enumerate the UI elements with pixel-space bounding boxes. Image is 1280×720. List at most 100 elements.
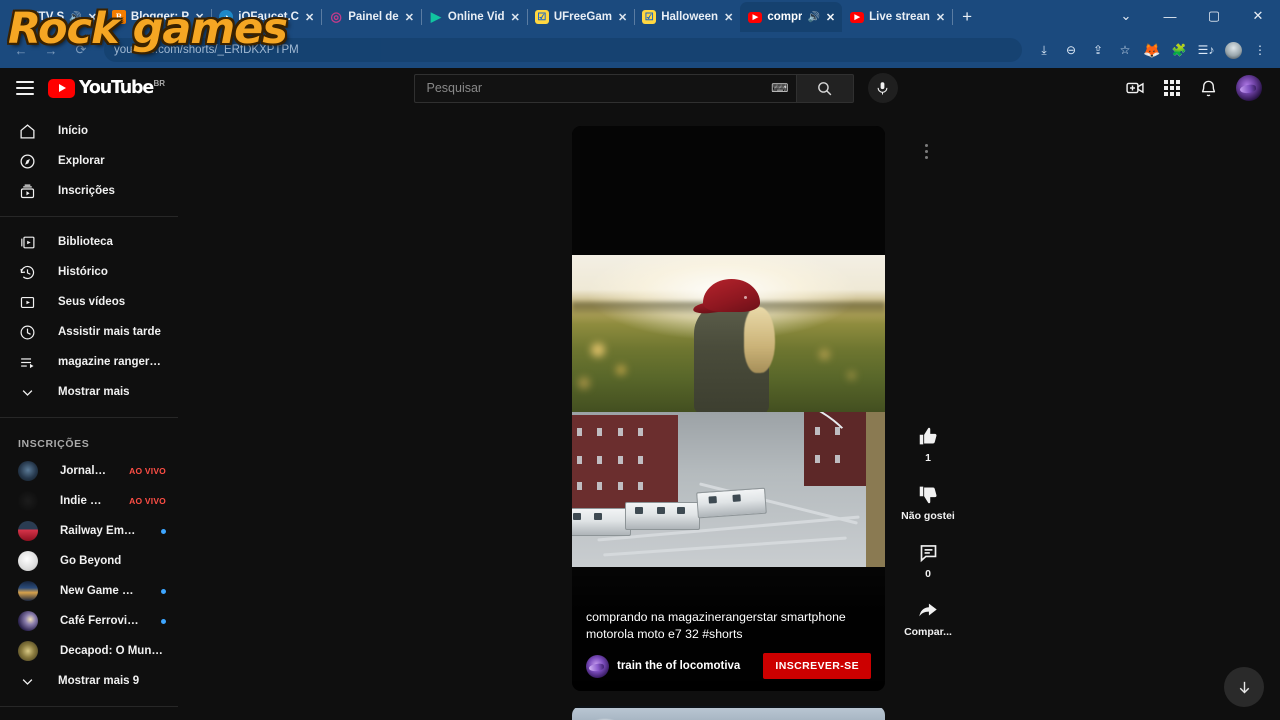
rail-track bbox=[603, 536, 848, 557]
browser-tab[interactable]: ☑ Halloween ✕ bbox=[634, 2, 742, 32]
sidebar-item-assistir-mais-tarde[interactable]: Assistir mais tarde bbox=[0, 317, 178, 347]
sidebar-item-inicio[interactable]: Início bbox=[0, 116, 178, 146]
scroll-next-button[interactable] bbox=[1224, 667, 1264, 707]
sidebar-item-mostrar-mais[interactable]: Mostrar mais bbox=[0, 377, 178, 407]
channel-name: Go Beyond bbox=[60, 555, 122, 567]
tab-close-icon[interactable]: ✕ bbox=[723, 11, 734, 24]
browser-menu-icon[interactable]: ⋮ bbox=[1248, 38, 1272, 62]
notifications-bell-icon[interactable] bbox=[1199, 79, 1218, 98]
youtube-logo[interactable]: YouTube BR bbox=[48, 78, 165, 98]
youtube-play-icon bbox=[48, 78, 75, 98]
browser-tab[interactable]: VTV S 🔊 ✕ bbox=[4, 2, 105, 32]
tab-close-icon[interactable]: ✕ bbox=[304, 11, 315, 24]
tab-close-icon[interactable]: ✕ bbox=[87, 11, 98, 24]
extensions-puzzle-icon[interactable]: 🧩 bbox=[1167, 38, 1191, 62]
search-button[interactable] bbox=[795, 73, 854, 103]
browser-tab-active[interactable]: ▶ compr 🔊 ✕ bbox=[740, 2, 843, 32]
profile-avatar-circle bbox=[1224, 41, 1242, 59]
channel-avatar bbox=[18, 581, 38, 601]
bookmark-star-icon[interactable]: ☆ bbox=[1113, 38, 1137, 62]
sidebar-item-inscricoes[interactable]: Inscrições bbox=[0, 176, 178, 206]
dislike-button[interactable]: Não gostei bbox=[898, 481, 958, 523]
channel-name[interactable]: train the of locomotiva bbox=[617, 660, 755, 672]
keyboard-icon[interactable]: ⌨ bbox=[771, 81, 788, 95]
sidebar-subscription-railway-emotions[interactable]: Railway Emotions bbox=[0, 516, 178, 546]
history-icon bbox=[18, 263, 36, 281]
search-placeholder: Pesquisar bbox=[426, 81, 483, 95]
zoom-out-icon[interactable]: ⊖ bbox=[1059, 38, 1083, 62]
tab-close-icon[interactable]: ✕ bbox=[404, 11, 415, 24]
tab-mute-icon[interactable]: 🔊 bbox=[807, 12, 819, 23]
shorts-video[interactable]: comprando na magazinerangerstar smartpho… bbox=[572, 126, 885, 691]
subscribe-button[interactable]: INSCREVER-SE bbox=[763, 653, 871, 679]
search-input[interactable]: Pesquisar ⌨ bbox=[413, 73, 796, 103]
playlist-icon[interactable]: ☰♪ bbox=[1194, 38, 1218, 62]
profile-avatar-icon[interactable] bbox=[1221, 38, 1245, 62]
fox-extension-icon[interactable]: 🦊 bbox=[1140, 38, 1164, 62]
tab-close-icon[interactable]: ✕ bbox=[825, 11, 836, 24]
new-tab-button[interactable]: + bbox=[952, 2, 982, 32]
voice-search-button[interactable] bbox=[867, 73, 898, 103]
browser-tab[interactable]: ◎ Painel de ✕ bbox=[321, 2, 422, 32]
install-app-icon[interactable]: ⤓ bbox=[1032, 38, 1056, 62]
sidebar-subscription-go-beyond[interactable]: Go Beyond bbox=[0, 546, 178, 576]
maximize-icon[interactable]: ▢ bbox=[1192, 0, 1236, 32]
sidebar-more-section: MAIS DO YOUTUBE bbox=[0, 706, 178, 720]
sidebar-subscriptions-show-more[interactable]: Mostrar mais 9 bbox=[0, 666, 178, 696]
sidebar-subscription-cafe-ferroviario[interactable]: Café Ferroviário bbox=[0, 606, 178, 636]
browser-tab[interactable]: ☑ UFreeGam ✕ bbox=[527, 2, 636, 32]
subscriptions-icon bbox=[18, 182, 36, 200]
sidebar-subscription-decapod[interactable]: Decapod: O Mundo d... bbox=[0, 636, 178, 666]
sidebar-subscription-indie-playlists[interactable]: Indie Playlists AO VIVO bbox=[0, 486, 178, 516]
back-icon[interactable]: ← bbox=[8, 37, 34, 63]
sidebar-item-playlist[interactable]: magazine rangerstar ... bbox=[0, 347, 178, 377]
channel-avatar[interactable] bbox=[586, 654, 609, 678]
forward-icon[interactable]: → bbox=[38, 37, 64, 63]
next-video-thumbnail bbox=[572, 708, 885, 720]
close-icon[interactable]: ✕ bbox=[1236, 0, 1280, 32]
sidebar-item-explorar[interactable]: Explorar bbox=[0, 146, 178, 176]
sidebar-subscription-jornalismo-vtv[interactable]: Jornalismo VTV AO VIVO bbox=[0, 456, 178, 486]
new-content-dot bbox=[161, 618, 166, 624]
live-badge: AO VIVO bbox=[129, 466, 166, 476]
minimize-icon[interactable]: — bbox=[1148, 0, 1192, 32]
tab-close-icon[interactable]: ✕ bbox=[194, 11, 205, 24]
youtube-apps-icon[interactable] bbox=[1163, 79, 1181, 97]
like-button[interactable]: 1 bbox=[898, 423, 958, 465]
tab-separator bbox=[952, 9, 954, 25]
tab-close-icon[interactable]: ✕ bbox=[617, 11, 628, 24]
shorts-player[interactable]: comprando na magazinerangerstar smartpho… bbox=[572, 126, 885, 691]
shorts-stage: comprando na magazinerangerstar smartpho… bbox=[178, 108, 1280, 720]
tab-close-icon[interactable]: ✕ bbox=[510, 11, 521, 24]
browser-tab[interactable]: B Blogger: P ✕ bbox=[104, 2, 213, 32]
browser-tab[interactable]: ▶ Live strean ✕ bbox=[842, 2, 954, 32]
address-bar[interactable]: youtube.com/shorts/_ERfDKXPTPM bbox=[104, 38, 1022, 62]
shorts-content-area: comprando na magazinerangerstar smartpho… bbox=[178, 108, 1280, 720]
ufreegames-icon: ☑ bbox=[534, 10, 549, 24]
more-vertical-icon[interactable] bbox=[913, 138, 939, 164]
tab-search-chevron-down-icon[interactable]: ⌄ bbox=[1104, 0, 1148, 32]
toolbar-icon-group: ⤓ ⊖ ⇪ ☆ 🦊 🧩 ☰♪ ⋮ bbox=[1032, 38, 1272, 62]
tab-mute-icon[interactable]: 🔊 bbox=[69, 12, 81, 23]
sidebar-subscription-new-game-plus[interactable]: New Game Plus bbox=[0, 576, 178, 606]
youtube-country-code: BR bbox=[153, 79, 166, 88]
reload-icon[interactable]: ⟳ bbox=[68, 37, 94, 63]
browser-tab[interactable]: ◕ iQFaucet.C ✕ bbox=[211, 2, 323, 32]
tab-close-icon[interactable]: ✕ bbox=[935, 11, 946, 24]
account-avatar[interactable] bbox=[1236, 75, 1262, 101]
share-icon[interactable]: ⇪ bbox=[1086, 38, 1110, 62]
home-icon bbox=[18, 122, 36, 140]
create-video-icon[interactable] bbox=[1125, 78, 1145, 98]
search-icon bbox=[818, 81, 832, 95]
hamburger-menu-icon[interactable] bbox=[14, 81, 34, 95]
channel-name: Railway Emotions bbox=[60, 525, 139, 537]
sidebar-item-seus-videos[interactable]: Seus vídeos bbox=[0, 287, 178, 317]
browser-tab[interactable]: ▶ Online Vid ✕ bbox=[421, 2, 528, 32]
sidebar-item-historico[interactable]: Histórico bbox=[0, 257, 178, 287]
next-shorts-preview[interactable] bbox=[572, 706, 885, 720]
tab-title: VTV S bbox=[31, 11, 65, 23]
share-button[interactable]: Compar... bbox=[898, 597, 958, 639]
comments-button[interactable]: 0 bbox=[898, 539, 958, 581]
new-content-dot bbox=[161, 528, 166, 534]
sidebar-item-biblioteca[interactable]: Biblioteca bbox=[0, 227, 178, 257]
